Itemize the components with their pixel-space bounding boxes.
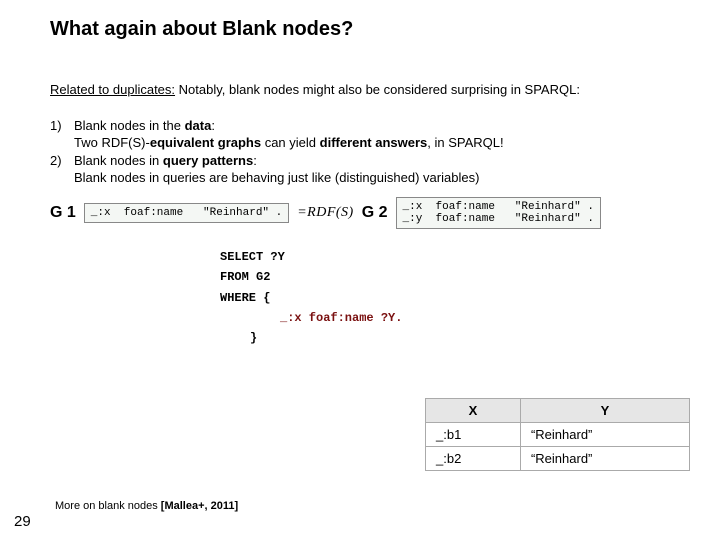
td-r1c2: “Reinhard” bbox=[520, 423, 689, 447]
td-r2c2: “Reinhard” bbox=[520, 447, 689, 471]
b1s-e: , in SPARQL! bbox=[427, 135, 503, 150]
bullet-1-num: 1) bbox=[50, 117, 74, 135]
citation: More on blank nodes [Mallea+, 2011] bbox=[55, 500, 238, 512]
sparql-query: SELECT ?Y FROM G2 WHERE { _:x foaf:name … bbox=[220, 247, 680, 349]
g1-label: G 1 bbox=[50, 204, 76, 222]
table-row: _:b2 “Reinhard” bbox=[426, 447, 690, 471]
b1s-c: can yield bbox=[261, 135, 320, 150]
result-table: X Y _:b1 “Reinhard” _:b2 “Reinhard” bbox=[425, 398, 690, 471]
b1s-d: different answers bbox=[320, 135, 428, 150]
bullet-1-text-a: Blank nodes in the bbox=[74, 118, 185, 133]
query-select: SELECT ?Y bbox=[220, 247, 680, 267]
g2-label: G 2 bbox=[362, 204, 388, 222]
rdfs-eq: =RDF(S) bbox=[297, 205, 354, 221]
table-row: _:b1 “Reinhard” bbox=[426, 423, 690, 447]
g1-code: _:x foaf:name "Reinhard" . bbox=[84, 203, 289, 223]
th-y: Y bbox=[520, 399, 689, 423]
query-where-inner: _:x foaf:name ?Y. bbox=[280, 308, 680, 328]
th-x: X bbox=[426, 399, 521, 423]
intro-text: Related to duplicates: Notably, blank no… bbox=[50, 81, 680, 99]
bullet-2-num: 2) bbox=[50, 152, 74, 170]
page-number: 29 bbox=[14, 513, 31, 530]
bullet-1-sub: Two RDF(S)-equivalent graphs can yield d… bbox=[50, 134, 680, 152]
bullet-2-text-c: : bbox=[253, 153, 257, 168]
bullet-2-text-a: Blank nodes in bbox=[74, 153, 163, 168]
query-from: FROM G2 bbox=[220, 267, 680, 287]
citation-pre: More on blank nodes bbox=[55, 500, 161, 512]
bullet-list: 1) Blank nodes in the data: Two RDF(S)-e… bbox=[50, 117, 680, 187]
bullet-2: 2) Blank nodes in query patterns: bbox=[50, 152, 680, 170]
intro-lead: Related to duplicates: bbox=[50, 82, 175, 97]
td-r2c1: _:b2 bbox=[426, 447, 521, 471]
query-brace-close: } bbox=[250, 328, 680, 348]
slide-title: What again about Blank nodes? bbox=[50, 18, 680, 41]
citation-ref: [Mallea+, 2011] bbox=[161, 500, 238, 512]
g2-code: _:x foaf:name "Reinhard" . _:y foaf:name… bbox=[396, 197, 601, 229]
bullet-2-sub: Blank nodes in queries are behaving just… bbox=[50, 169, 680, 187]
graph-row: G 1 _:x foaf:name "Reinhard" . =RDF(S) G… bbox=[50, 197, 680, 229]
bullet-1: 1) Blank nodes in the data: bbox=[50, 117, 680, 135]
bullet-1-text-b: data bbox=[185, 118, 212, 133]
bullet-2-text-b: query patterns bbox=[163, 153, 253, 168]
query-where-open: WHERE { bbox=[220, 288, 680, 308]
table-header-row: X Y bbox=[426, 399, 690, 423]
b1s-a: Two RDF(S)- bbox=[74, 135, 150, 150]
td-r1c1: _:b1 bbox=[426, 423, 521, 447]
bullet-1-text-c: : bbox=[211, 118, 215, 133]
b1s-b: equivalent graphs bbox=[150, 135, 261, 150]
intro-rest: Notably, blank nodes might also be consi… bbox=[175, 82, 580, 97]
